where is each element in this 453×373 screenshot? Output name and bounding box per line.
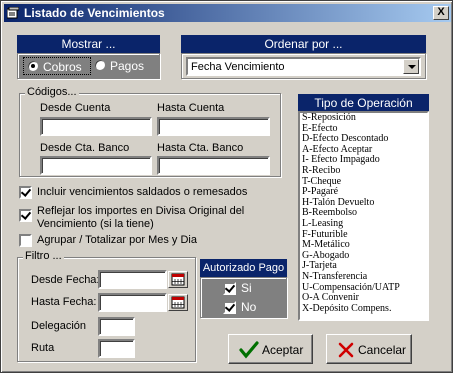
- aceptar-label: Aceptar: [262, 343, 304, 357]
- close-icon: X: [437, 6, 445, 18]
- tipo-header: Tipo de Operación: [298, 94, 429, 112]
- hasta-cuenta-input[interactable]: [157, 117, 270, 136]
- hasta-cuenta-label: Hasta Cuenta: [157, 102, 225, 114]
- desde-cuenta-label: Desde Cuenta: [40, 102, 111, 114]
- agrupar-checkbox[interactable]: [19, 234, 32, 247]
- hasta-fecha-label: Hasta Fecha:: [31, 296, 97, 308]
- desde-fecha-input[interactable]: [98, 270, 167, 289]
- ruta-label: Ruta: [31, 342, 55, 354]
- title-bar[interactable]: Listado de Vencimientos X: [4, 4, 451, 22]
- codigos-label: Códigos...: [25, 86, 79, 98]
- reflejar-label-line1[interactable]: Reflejar los importes en Divisa Original…: [37, 205, 244, 217]
- cancelar-label: Cancelar: [358, 343, 407, 357]
- autorizado-panel: Si No: [200, 277, 287, 318]
- dialog-window: Listado de Vencimientos X Mostrar ... Co…: [0, 0, 453, 373]
- radio-pagos[interactable]: Pagos: [94, 57, 158, 75]
- radio-pagos-indicator[interactable]: [94, 59, 106, 71]
- ordenar-select[interactable]: Fecha Vencimiento: [186, 57, 421, 76]
- radio-cobros[interactable]: Cobros: [23, 57, 91, 75]
- cancelar-button[interactable]: Cancelar: [326, 334, 412, 364]
- calendar-icon: [171, 296, 185, 309]
- window-title: Listado de Vencimientos: [24, 6, 165, 20]
- autorizado-si-label[interactable]: Si: [241, 281, 252, 295]
- hasta-fecha-calendar-button[interactable]: [168, 294, 188, 311]
- tipo-items: S-Reposición E-Efecto D-Efecto Descontado A…: [300, 112, 427, 315]
- ruta-input[interactable]: [98, 339, 135, 358]
- agrupar-label[interactable]: Agrupar / Totalizar por Mes y Dia: [37, 234, 197, 246]
- radio-cobros-label: Cobros: [43, 60, 82, 74]
- hasta-banco-label: Hasta Cta. Banco: [157, 142, 244, 154]
- tipo-list-item[interactable]: S-Reposición: [300, 112, 427, 124]
- incluir-checkbox[interactable]: [19, 186, 32, 199]
- cancel-x-icon: [338, 342, 354, 358]
- reflejar-checkbox[interactable]: [19, 209, 32, 222]
- hasta-banco-input[interactable]: [157, 156, 270, 175]
- radio-cobros-indicator[interactable]: [27, 60, 39, 72]
- close-button[interactable]: X: [433, 6, 449, 20]
- desde-fecha-label: Desde Fecha:: [31, 274, 100, 286]
- check-icon: [239, 341, 259, 359]
- desde-banco-input[interactable]: [40, 156, 152, 175]
- delegacion-input[interactable]: [98, 317, 135, 336]
- radio-pagos-label: Pagos: [110, 59, 145, 73]
- ordenar-select-value: Fecha Vencimiento: [191, 61, 285, 73]
- filtro-label: Filtro ...: [23, 250, 64, 262]
- autorizado-no-checkbox[interactable]: [223, 301, 236, 314]
- tipo-list-item[interactable]: N-Transferencia: [300, 271, 427, 283]
- tipo-list-item[interactable]: L-Leasing: [300, 218, 427, 230]
- delegacion-label: Delegación: [31, 320, 87, 332]
- hasta-fecha-input[interactable]: [98, 293, 167, 312]
- autorizado-header: Autorizado Pago: [200, 259, 287, 277]
- ordenar-header: Ordenar por ...: [181, 35, 426, 53]
- desde-cuenta-input[interactable]: [40, 117, 152, 136]
- autorizado-no-label[interactable]: No: [241, 300, 256, 314]
- tipo-list-item[interactable]: R-Recibo: [300, 165, 427, 177]
- mostrar-panel: Cobros Pagos: [17, 53, 160, 79]
- chevron-down-icon[interactable]: [403, 59, 419, 74]
- desde-fecha-calendar-button[interactable]: [168, 271, 188, 288]
- app-icon: [7, 7, 19, 19]
- desde-banco-label: Desde Cta. Banco: [40, 142, 130, 154]
- aceptar-button[interactable]: Aceptar: [228, 334, 313, 364]
- reflejar-label-line2[interactable]: Vencimiento (si la tiene): [37, 218, 154, 230]
- calendar-icon: [171, 273, 185, 286]
- mostrar-header: Mostrar ...: [17, 35, 160, 53]
- tipo-list-item[interactable]: X-Depósito Compens.: [300, 303, 427, 315]
- incluir-label[interactable]: Incluir vencimientos saldados o remesado…: [37, 186, 247, 198]
- autorizado-si-checkbox[interactable]: [223, 282, 236, 295]
- tipo-list[interactable]: S-Reposición E-Efecto D-Efecto Descontado A…: [298, 111, 429, 321]
- ordenar-panel: Fecha Vencimiento: [181, 53, 426, 79]
